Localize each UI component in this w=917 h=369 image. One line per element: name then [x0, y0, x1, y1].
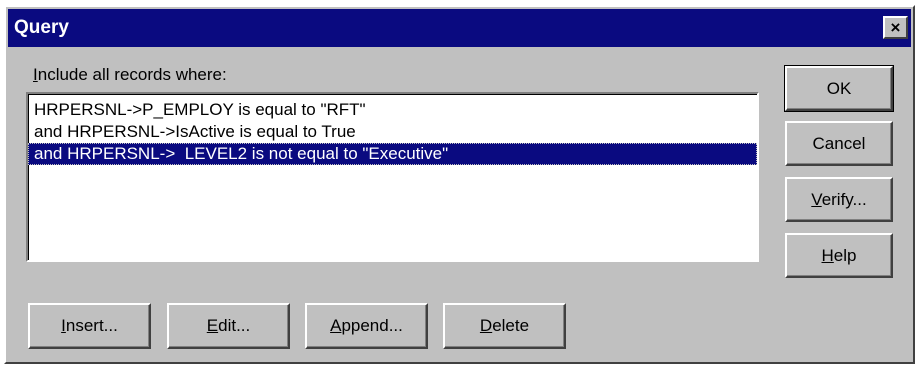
insert-button[interactable]: Insert...	[28, 303, 151, 349]
delete-button-label: Delete	[479, 316, 530, 335]
cancel-button[interactable]: Cancel	[785, 121, 893, 166]
verify-button-label: Verify...	[811, 189, 867, 209]
verify-button[interactable]: Verify...	[785, 177, 893, 222]
ok-button[interactable]: OK	[784, 65, 894, 112]
delete-button[interactable]: Delete	[443, 303, 566, 349]
criteria-label-rest: nclude all records where:	[37, 65, 227, 84]
ok-button-label: OK	[826, 78, 852, 98]
help-button[interactable]: Help	[785, 233, 893, 278]
help-button-label: Help	[821, 245, 857, 265]
criteria-listbox[interactable]: HRPERSNL->P_EMPLOY is equal to "RFT" and …	[26, 92, 759, 262]
close-button[interactable]: ×	[883, 16, 908, 39]
insert-button-label: Insert...	[61, 316, 118, 335]
cancel-button-label: Cancel	[812, 133, 866, 153]
criteria-list-item[interactable]: and HRPERSNL-> LEVEL2 is not equal to "E…	[28, 143, 757, 165]
append-button-label: Append...	[330, 316, 403, 335]
dialog-title: Query	[14, 17, 69, 38]
criteria-label: Include all records where:	[33, 65, 227, 85]
append-button[interactable]: Append...	[305, 303, 428, 349]
edit-button[interactable]: Edit...	[167, 303, 290, 349]
title-bar[interactable]: Query ×	[8, 9, 911, 47]
edit-button-label: Edit...	[206, 316, 251, 335]
criteria-list-item[interactable]: HRPERSNL->P_EMPLOY is equal to "RFT"	[28, 99, 757, 121]
criteria-list-item[interactable]: and HRPERSNL->IsActive is equal to True	[28, 121, 757, 143]
close-icon: ×	[890, 18, 901, 37]
